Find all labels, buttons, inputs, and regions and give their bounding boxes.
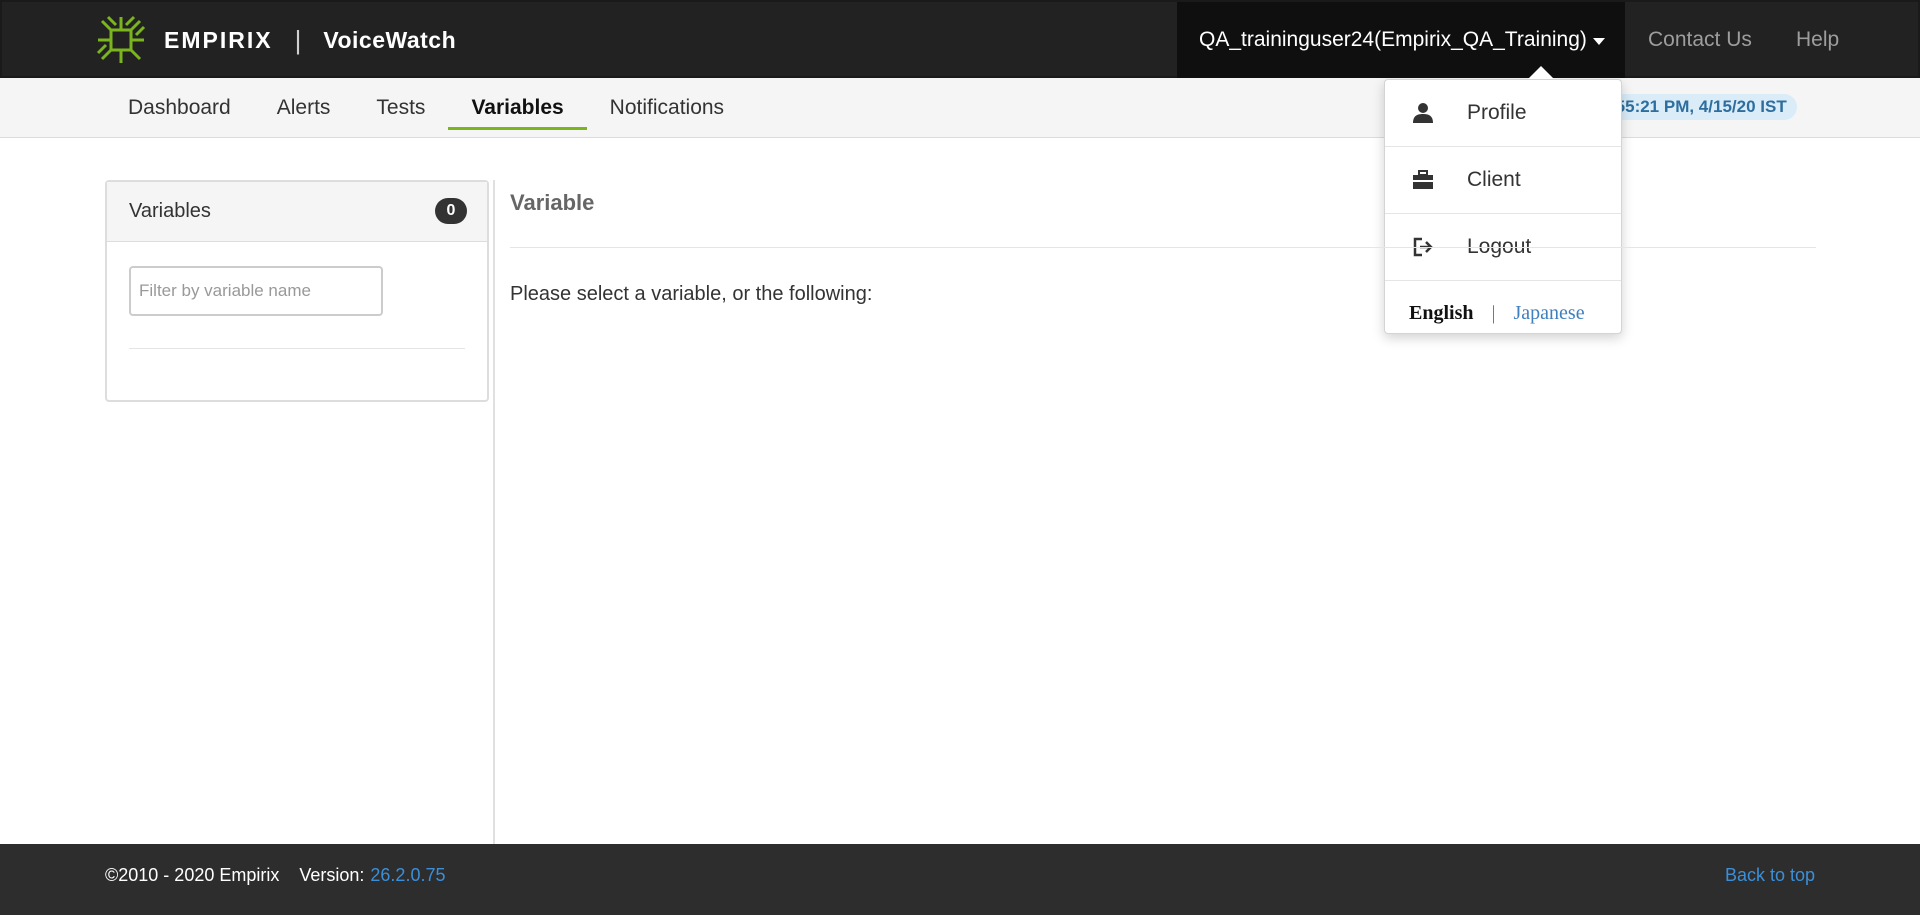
variables-panel-header: Variables 0 — [107, 182, 487, 242]
back-to-top-link[interactable]: Back to top — [1725, 844, 1815, 906]
variable-filter-input[interactable] — [129, 266, 383, 316]
divider — [510, 247, 1816, 248]
top-navbar: EMPIRIX | VoiceWatch QA_traininguser24(E… — [0, 0, 1920, 78]
user-menu-toggle[interactable]: QA_traininguser24(Empirix_QA_Training) — [1177, 2, 1625, 78]
contact-us-link[interactable]: Contact Us — [1648, 2, 1752, 78]
variable-heading: Variable — [510, 190, 595, 215]
variables-count-badge: 0 — [435, 198, 467, 224]
user-menu-label: QA_traininguser24(Empirix_QA_Training) — [1199, 28, 1587, 51]
divider — [129, 348, 465, 349]
select-variable-message: Please select a variable, or the followi… — [510, 283, 873, 305]
dropdown-arrow — [1528, 66, 1554, 79]
briefcase-icon — [1411, 168, 1435, 192]
footer: ©2010 - 2020 Empirix Version: 26.2.0.75 … — [0, 844, 1920, 915]
tab-variables[interactable]: Variables — [448, 78, 587, 138]
variables-panel-title: Variables — [129, 200, 211, 222]
version-label: Version: — [299, 864, 365, 885]
menu-item-label: Client — [1467, 168, 1521, 191]
empirix-logo-icon — [96, 15, 146, 63]
variables-panel: Variables 0 — [105, 180, 489, 402]
footer-info: ©2010 - 2020 Empirix Version: 26.2.0.75 — [105, 844, 445, 906]
lang-english[interactable]: English — [1409, 302, 1473, 325]
tab-alerts[interactable]: Alerts — [254, 78, 354, 138]
product-name: VoiceWatch — [323, 26, 457, 53]
copyright-text: ©2010 - 2020 Empirix — [105, 864, 280, 885]
nav-tabs: Dashboard Alerts Tests Variables Notific… — [105, 78, 747, 138]
user-icon — [1411, 101, 1435, 125]
user-dropdown-menu: Profile Client Logout English | Japanese — [1384, 79, 1622, 334]
lang-separator: | — [1491, 301, 1496, 324]
tab-tests[interactable]: Tests — [353, 78, 448, 138]
lang-japanese[interactable]: Japanese — [1514, 302, 1585, 325]
language-switcher: English | Japanese — [1385, 281, 1621, 345]
brand-separator: | — [294, 24, 302, 55]
tab-dashboard[interactable]: Dashboard — [105, 78, 254, 138]
help-link[interactable]: Help — [1796, 2, 1839, 78]
menu-item-label: Profile — [1467, 101, 1527, 124]
clock-badge: :55:21 PM, 4/15/20 IST — [1600, 94, 1797, 120]
tab-notifications[interactable]: Notifications — [587, 78, 747, 138]
content-divider — [493, 180, 495, 844]
brand-name: EMPIRIX — [164, 26, 273, 53]
menu-item-profile[interactable]: Profile — [1385, 80, 1621, 147]
version-number: 26.2.0.75 — [370, 864, 446, 885]
brand[interactable]: EMPIRIX | VoiceWatch — [94, 10, 456, 70]
caret-down-icon — [1592, 38, 1605, 45]
menu-item-client[interactable]: Client — [1385, 147, 1621, 214]
